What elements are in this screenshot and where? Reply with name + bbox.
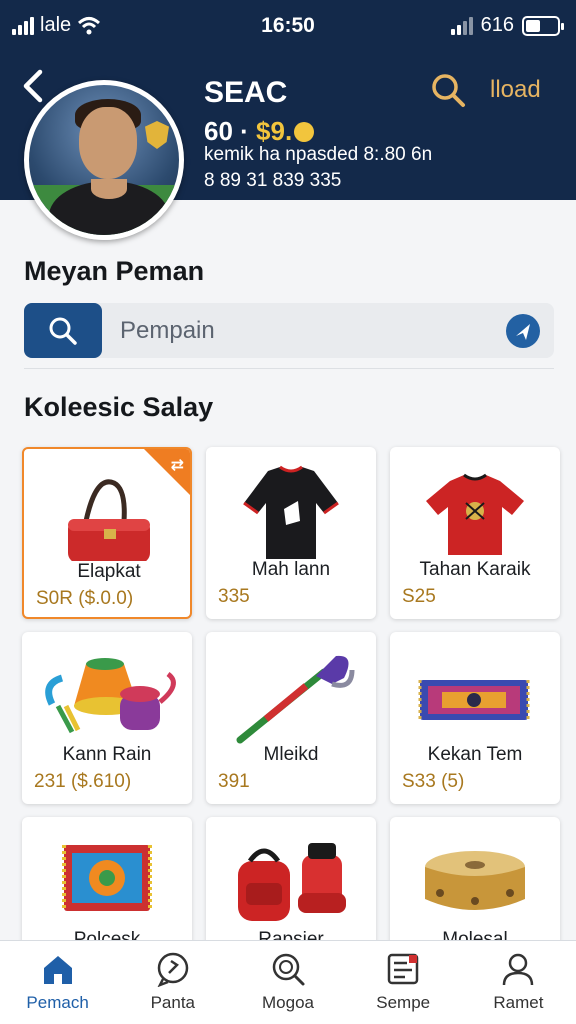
item-price: 391 (218, 771, 250, 792)
coin-icon (294, 122, 315, 142)
red-backpack-icon (238, 843, 346, 921)
list-icon (387, 953, 419, 985)
item-card[interactable]: Mah lann 335 (206, 447, 376, 619)
nav-item-chat[interactable]: Panta (115, 941, 230, 1024)
item-price: 231 ($.610) (34, 771, 132, 792)
load-button[interactable]: lload (490, 76, 541, 104)
item-card[interactable]: Kekan Tem S33 (5) (390, 632, 560, 804)
player-name: SEAC (204, 76, 288, 109)
item-price: S25 (402, 586, 436, 607)
section-title-collection: Koleesic Salay (24, 392, 214, 422)
hockey-stick-icon (236, 655, 355, 744)
search-icon (272, 953, 305, 986)
send-button[interactable] (506, 314, 540, 348)
red-handbag-icon (68, 479, 150, 561)
item-card[interactable]: ⇄ Elapkat S0R ($.0.0) (22, 447, 192, 619)
profile-icon (503, 953, 534, 986)
signal-icon (450, 16, 473, 35)
item-card[interactable]: Mleikd 391 (206, 632, 376, 804)
player-info: kemik ha npasded 8:.80 6n (204, 144, 433, 165)
nav-item-list[interactable]: Sempe (346, 941, 461, 1024)
club-badge-icon (145, 121, 169, 149)
section-title-search: Meyan Peman (24, 256, 205, 286)
patterned-rug-icon (62, 845, 152, 911)
search-icon[interactable] (430, 72, 466, 108)
back-arrow-icon (23, 69, 43, 103)
item-price: 335 (218, 586, 250, 607)
coin-value: $9. (256, 116, 293, 146)
woven-rug-icon (418, 680, 530, 720)
battery-icon (522, 15, 564, 36)
nav-item-profile[interactable]: Ramet (461, 941, 576, 1024)
player-avatar (24, 80, 184, 240)
status-right-label: 616 (480, 14, 514, 36)
search-bar (24, 303, 554, 358)
bottom-navigation: Pemach Panta Mogoa Sempe Ramet (0, 940, 576, 1024)
item-name: Elapkat (77, 561, 141, 582)
item-name: Tahan Karaik (419, 559, 531, 580)
item-card[interactable]: Tahan Karaik S25 (390, 447, 560, 619)
search-button[interactable] (24, 303, 102, 358)
item-name: Mleikd (263, 744, 319, 765)
item-name: Kann Rain (62, 744, 152, 765)
nav-item-search[interactable]: Mogoa (230, 941, 345, 1024)
home-icon (43, 956, 72, 984)
player-stats: 60 · $9. (204, 116, 315, 147)
item-price: S0R ($.0.0) (36, 588, 134, 609)
colorful-drum-icon (45, 658, 176, 734)
black-jersey-icon (243, 465, 339, 559)
status-bar: lale 16:50 616 (0, 0, 576, 52)
red-jersey-icon (426, 473, 524, 555)
search-input[interactable] (120, 303, 500, 358)
item-card[interactable]: Kann Rain 231 ($.610) (22, 632, 192, 804)
nav-item-home[interactable]: Pemach (0, 941, 115, 1024)
chat-icon (157, 952, 189, 987)
item-name: Mah lann (251, 559, 331, 580)
search-icon (49, 317, 77, 345)
player-id: 8 89 31 839 335 (204, 170, 342, 191)
send-icon (516, 324, 530, 340)
gold-drum-icon (425, 851, 525, 910)
divider (24, 368, 554, 369)
item-name: Kekan Tem (427, 744, 523, 765)
item-price: S33 (5) (402, 771, 465, 792)
